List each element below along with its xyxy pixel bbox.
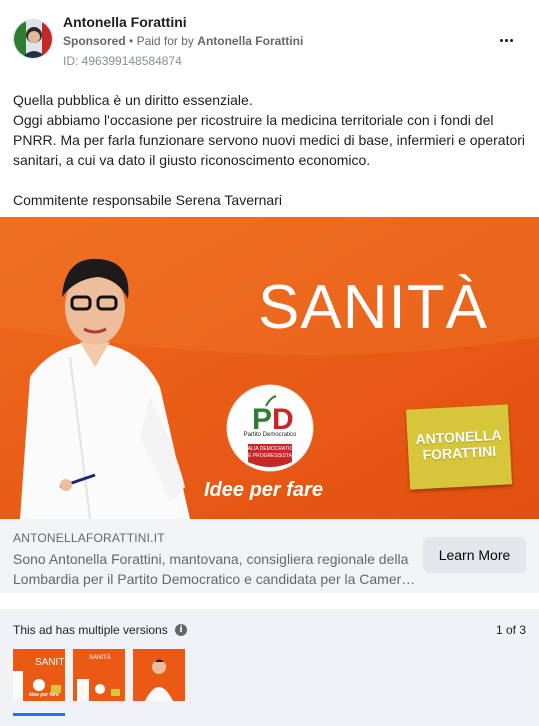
ad-body-text: Quella pubblica è un diritto essenziale.… xyxy=(13,90,528,210)
ad-text-line-3: Commitente responsabile Serena Tavernari xyxy=(13,192,282,208)
more-options-button[interactable] xyxy=(493,30,519,50)
logo-band-text: ITALIA DEMOCRATICA E PROGRESSISTA xyxy=(243,446,297,459)
info-icon[interactable]: i xyxy=(175,624,187,636)
logo-party-name: Partito Democratico xyxy=(243,432,297,438)
version-pager: 1 of 3 xyxy=(495,623,526,637)
creative-slogan: Idee per fare xyxy=(204,479,323,501)
ad-id: ID: 496399148584874 xyxy=(63,54,182,68)
ad-text-line-1: Quella pubblica è un diritto essenziale. xyxy=(13,92,253,108)
paid-for-by-name: Antonella Forattini xyxy=(197,34,304,48)
link-description: Sono Antonella Forattini, mantovana, con… xyxy=(13,551,410,587)
version-thumb-1[interactable]: SANITÀ Idee per fare xyxy=(13,649,65,701)
advertiser-name[interactable]: Antonella Forattini xyxy=(63,14,187,30)
learn-more-button[interactable]: Learn More xyxy=(423,537,526,573)
sponsored-line: Sponsored • Paid for by Antonella Foratt… xyxy=(63,34,303,48)
ad-card: Antonella Forattini Sponsored • Paid for… xyxy=(0,0,539,726)
ad-versions-panel: This ad has multiple versions i 1 of 3 S… xyxy=(0,609,539,726)
separator: • xyxy=(129,34,134,48)
sticky-line-2: FORATTINI xyxy=(422,443,497,463)
version-thumb-2[interactable]: SANITÀ xyxy=(73,649,125,701)
advertiser-avatar[interactable] xyxy=(13,19,53,59)
more-dots-icon xyxy=(499,38,503,42)
link-domain[interactable]: ANTONELLAFORATTINI.IT xyxy=(13,531,165,545)
versions-label: This ad has multiple versions xyxy=(13,623,168,637)
version-thumb-3[interactable] xyxy=(133,649,185,701)
party-logo: P D Partito Democratico ITALIA DEMOCRATI… xyxy=(226,384,314,472)
ad-text-line-2: Oggi abbiamo l'occasione per ricostruire… xyxy=(13,112,526,168)
name-sticky-note: ANTONELLA FORATTINI xyxy=(405,404,513,490)
creative-title: SANITÀ xyxy=(258,273,488,342)
paid-for-by-prefix: Paid for by xyxy=(136,34,194,48)
ad-creative-image[interactable]: SANITÀ P D Partito Democratico ITALIA DE… xyxy=(0,217,539,519)
active-version-indicator xyxy=(13,713,65,716)
sponsored-label: Sponsored xyxy=(63,34,126,48)
link-preview[interactable]: ANTONELLAFORATTINI.IT Sono Antonella For… xyxy=(0,519,539,593)
